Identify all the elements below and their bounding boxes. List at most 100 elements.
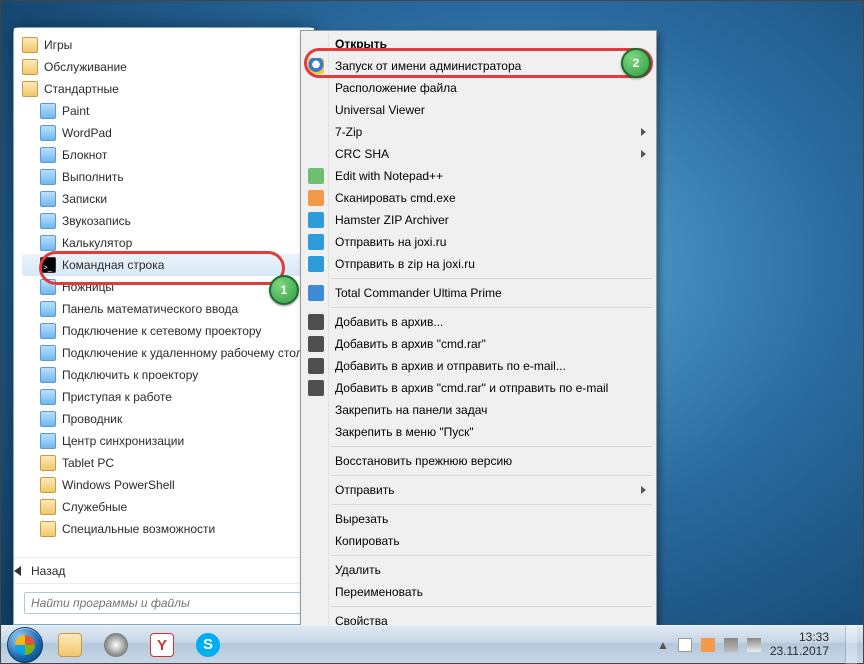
cmd-icon (40, 257, 56, 273)
context-item-6[interactable]: Edit with Notepad++ (303, 165, 654, 187)
context-item-label: 7-Zip (335, 125, 362, 139)
search-input[interactable] (24, 592, 304, 614)
start-subfolder-2[interactable]: Служебные (22, 496, 310, 518)
start-app-12[interactable]: Подключить к проектору (22, 364, 310, 386)
context-item-15[interactable]: Добавить в архив "cmd.rar" (303, 333, 654, 355)
taskbar-pinned-explorer[interactable] (48, 630, 92, 660)
context-item-1[interactable]: Запуск от имени администратора (303, 55, 654, 77)
start-folder-0[interactable]: Игры (22, 34, 310, 56)
context-item-29[interactable]: Переименовать (303, 581, 654, 603)
taskbar-pinned-skype[interactable]: S (186, 630, 230, 660)
explorer-icon (58, 633, 82, 657)
green-icon (308, 168, 324, 184)
start-app-4[interactable]: Записки (22, 188, 310, 210)
back-button[interactable]: Назад (14, 557, 314, 583)
context-item-label: Вырезать (335, 512, 388, 526)
context-item-21[interactable]: Восстановить прежнюю версию (303, 450, 654, 472)
context-item-4[interactable]: 7-Zip (303, 121, 654, 143)
app-icon (40, 169, 56, 185)
app-icon (40, 389, 56, 405)
yandex-icon: Y (150, 633, 174, 657)
start-orb[interactable] (7, 627, 43, 663)
context-item-8[interactable]: Hamster ZIP Archiver (303, 209, 654, 231)
context-item-label: Запуск от имени администратора (335, 59, 521, 73)
search-container (14, 583, 314, 624)
context-item-label: Отправить в zip на joxi.ru (335, 257, 475, 271)
menu-item-label: Центр синхронизации (62, 434, 184, 448)
menu-item-label: Приступая к работе (62, 390, 172, 404)
app-icon (40, 213, 56, 229)
menu-item-label: Панель математического ввода (62, 302, 238, 316)
start-app-14[interactable]: Проводник (22, 408, 310, 430)
volume-icon[interactable] (747, 638, 761, 652)
menu-item-label: Специальные возможности (62, 522, 215, 536)
app-icon (40, 235, 56, 251)
context-item-12[interactable]: Total Commander Ultima Prime (303, 282, 654, 304)
start-subfolder-3[interactable]: Специальные возможности (22, 518, 310, 540)
context-item-10[interactable]: Отправить в zip на joxi.ru (303, 253, 654, 275)
context-item-7[interactable]: Сканировать cmd.exe (303, 187, 654, 209)
context-item-0[interactable]: Открыть (303, 33, 654, 55)
menu-item-label: Стандартные (44, 82, 119, 96)
start-folder-2[interactable]: Стандартные (22, 78, 310, 100)
taskbar-clock[interactable]: 13:33 23.11.2017 (770, 631, 831, 659)
context-item-3[interactable]: Universal Viewer (303, 99, 654, 121)
dark-icon (308, 314, 324, 330)
context-item-label: Удалить (335, 563, 381, 577)
flag-icon[interactable] (678, 638, 692, 652)
teal-icon (308, 256, 324, 272)
start-app-7[interactable]: Командная строка (22, 254, 310, 276)
folder-icon (40, 499, 56, 515)
context-item-2[interactable]: Расположение файла (303, 77, 654, 99)
start-app-15[interactable]: Центр синхронизации (22, 430, 310, 452)
menu-item-label: Подключение к удаленному рабочему столу (62, 346, 309, 360)
back-label: Назад (31, 564, 65, 578)
context-item-label: Закрепить на панели задач (335, 403, 487, 417)
context-item-label: Копировать (335, 534, 400, 548)
folder-icon (22, 81, 38, 97)
start-app-13[interactable]: Приступая к работе (22, 386, 310, 408)
menu-item-label: Записки (62, 192, 107, 206)
taskbar-pinned-app-1[interactable] (94, 630, 138, 660)
app-tray-icon[interactable] (701, 638, 715, 652)
start-folder-1[interactable]: Обслуживание (22, 56, 310, 78)
context-item-label: Добавить в архив... (335, 315, 443, 329)
context-item-5[interactable]: CRC SHA (303, 143, 654, 165)
context-item-17[interactable]: Добавить в архив "cmd.rar" и отправить п… (303, 377, 654, 399)
start-app-0[interactable]: Paint (22, 100, 310, 122)
start-app-6[interactable]: Калькулятор (22, 232, 310, 254)
app-icon (40, 191, 56, 207)
taskbar-pinned-yandex[interactable]: Y (140, 630, 184, 660)
system-tray[interactable]: ▲ 13:33 23.11.2017 (649, 626, 839, 663)
show-desktop-button[interactable] (845, 626, 857, 664)
menu-item-label: Ножницы (62, 280, 114, 294)
start-app-3[interactable]: Выполнить (22, 166, 310, 188)
start-app-8[interactable]: Ножницы (22, 276, 310, 298)
context-item-19[interactable]: Закрепить в меню "Пуск" (303, 421, 654, 443)
callout-2-number: 2 (633, 56, 640, 70)
start-subfolder-1[interactable]: Windows PowerShell (22, 474, 310, 496)
context-item-23[interactable]: Отправить (303, 479, 654, 501)
context-item-26[interactable]: Копировать (303, 530, 654, 552)
context-item-14[interactable]: Добавить в архив... (303, 311, 654, 333)
context-item-18[interactable]: Закрепить на панели задач (303, 399, 654, 421)
context-item-28[interactable]: Удалить (303, 559, 654, 581)
context-item-25[interactable]: Вырезать (303, 508, 654, 530)
context-item-label: Закрепить в меню "Пуск" (335, 425, 474, 439)
start-subfolder-0[interactable]: Tablet PC (22, 452, 310, 474)
menu-item-label: Командная строка (62, 258, 164, 272)
start-app-11[interactable]: Подключение к удаленному рабочему столу (22, 342, 310, 364)
dark-icon (308, 380, 324, 396)
start-app-10[interactable]: Подключение к сетевому проектору (22, 320, 310, 342)
network-icon[interactable] (724, 638, 738, 652)
start-app-2[interactable]: Блокнот (22, 144, 310, 166)
start-app-9[interactable]: Панель математического ввода (22, 298, 310, 320)
context-item-label: Edit with Notepad++ (335, 169, 443, 183)
context-item-16[interactable]: Добавить в архив и отправить по e-mail..… (303, 355, 654, 377)
start-app-1[interactable]: WordPad (22, 122, 310, 144)
tray-chevron-icon[interactable]: ▲ (657, 638, 669, 652)
context-separator (331, 504, 652, 505)
context-item-9[interactable]: Отправить на joxi.ru (303, 231, 654, 253)
context-separator (331, 475, 652, 476)
start-app-5[interactable]: Звукозапись (22, 210, 310, 232)
